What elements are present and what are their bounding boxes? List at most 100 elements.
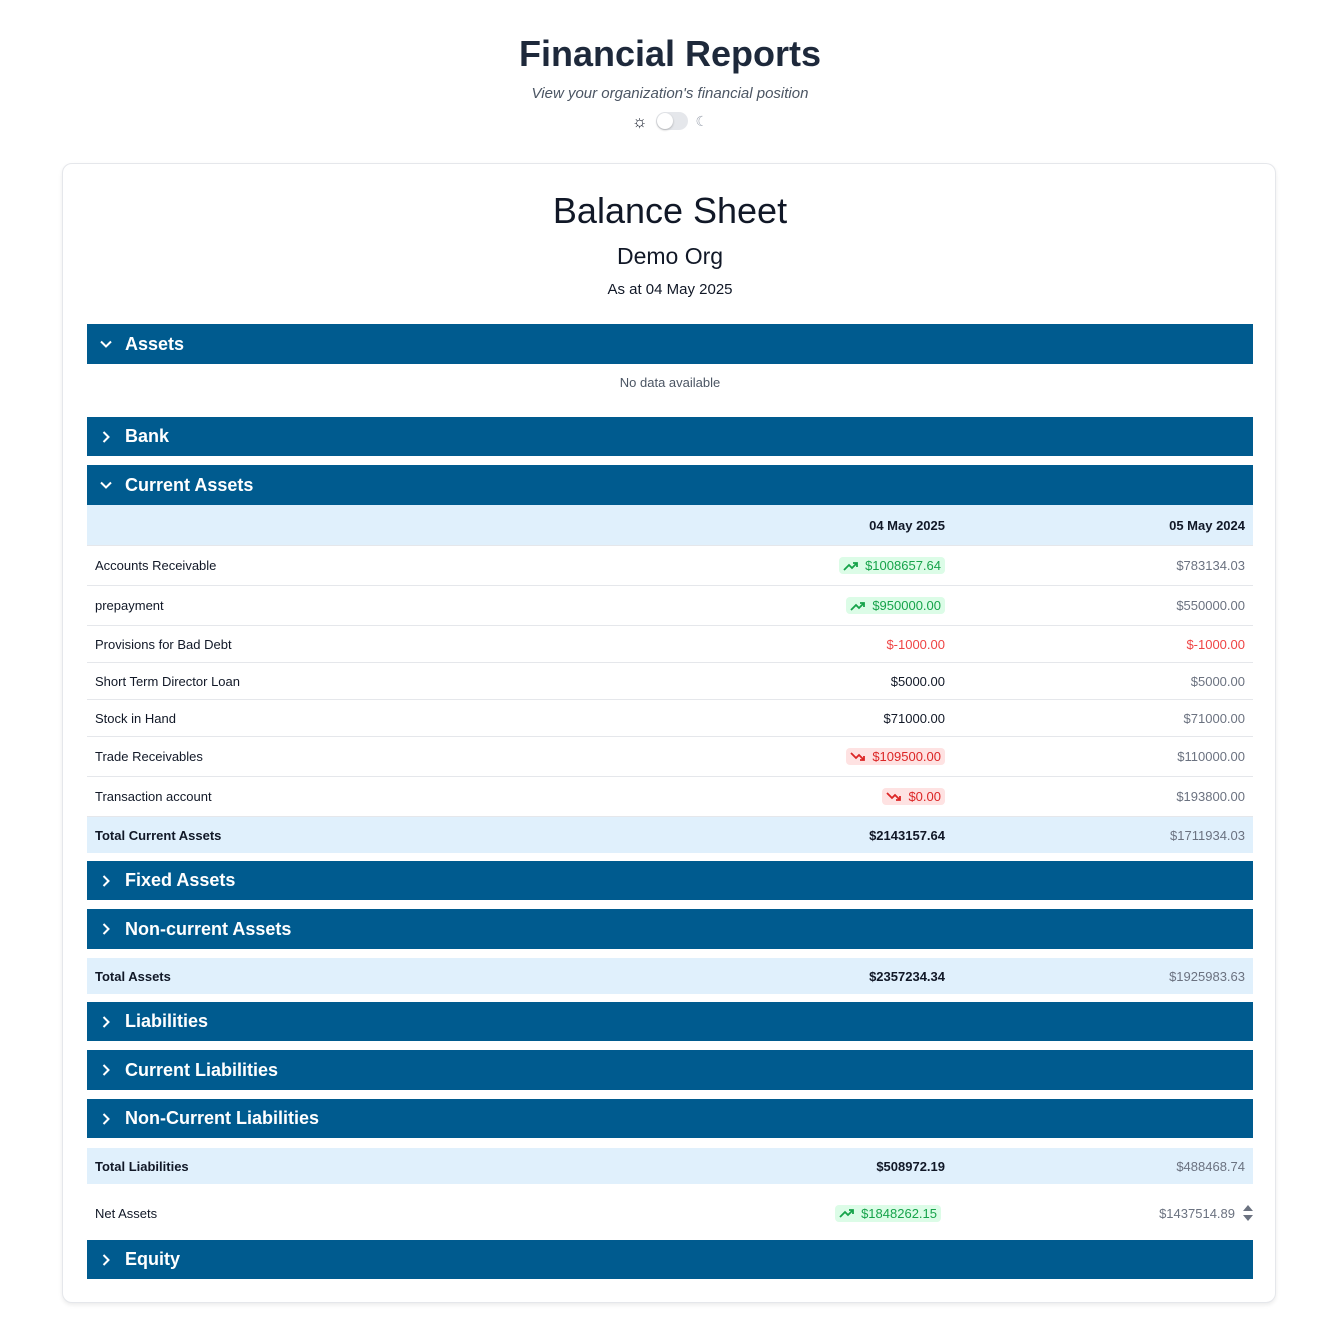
page-header: Financial Reports View your organization… [0,0,1340,132]
chevron-down-icon [99,478,113,492]
value-text: $109500.00 [872,749,941,764]
trending-up-icon [850,600,866,612]
no-data-text: No data available [619,375,721,390]
total-liabilities-row: Total Liabilities $508972.19 $488468.74 [87,1148,1253,1184]
section-bank[interactable]: Bank [87,417,1253,456]
total-prior-value: $1925983.63 [1169,968,1245,984]
table-header-row: 04 May 2025 05 May 2024 [87,505,1253,546]
table-row[interactable]: Accounts Receivable $1008657.64 $783134.… [87,546,1253,586]
table-row[interactable]: Trade Receivables $109500.00 $110000.00 [87,737,1253,777]
value-text: $1437514.89 [1159,1205,1235,1221]
table-row[interactable]: Stock in Hand $71000.00 $71000.00 [87,700,1253,737]
sun-icon: ☼ [631,111,648,131]
current-value: $5000.00 [890,673,945,689]
table-row[interactable]: prepayment $950000.00 $550000.00 [87,586,1253,626]
table-row[interactable]: Short Term Director Loan $5000.00 $5000.… [87,663,1253,700]
theme-switch[interactable] [655,112,688,130]
total-current-value: $2143157.64 [869,827,945,843]
table-row[interactable]: Transaction account $0.00 $193800.00 [87,777,1253,817]
section-label: Assets [125,333,185,354]
account-name: prepayment [95,598,164,613]
trending-up-icon [843,560,859,572]
net-assets-label: Net Assets [95,1205,158,1221]
prior-value: $5000.00 [1190,673,1245,689]
trending-down-icon [850,751,866,763]
current-value: $-1000.00 [886,636,945,652]
value-text: $0.00 [908,789,941,804]
column-header-current[interactable]: 04 May 2025 [645,518,953,533]
section-label: Liabilities [125,1011,209,1031]
section-non-current-assets[interactable]: Non-current Assets [87,909,1253,949]
chevron-right-icon [99,922,113,936]
current-value: $71000.00 [883,710,945,726]
account-name: Accounts Receivable [95,558,217,573]
account-name: Short Term Director Loan [95,673,240,689]
trending-up-icon [839,1207,855,1219]
prior-value: $550000.00 [1176,598,1245,613]
section-label: Non-current Assets [125,918,292,939]
section-current-assets[interactable]: Current Assets [87,465,1253,505]
prior-value: $110000.00 [1177,749,1245,764]
total-current-value: $508972.19 [876,1158,945,1174]
switch-knob [656,113,673,129]
section-label: Current Assets [125,474,254,495]
section-equity[interactable]: Equity [87,1240,1253,1279]
current-value: $950000.00 [645,597,953,614]
theme-toggle[interactable]: ☼ ☾ [0,110,1340,132]
account-name: Transaction account [95,789,212,804]
chevron-right-icon [99,1253,113,1267]
net-assets-row: Net Assets $1848262.15 $1437514.89 [87,1188,1253,1238]
total-label: Total Liabilities [95,1158,189,1174]
report-title: Balance Sheet [552,190,788,231]
section-label: Non-Current Liabilities [125,1108,320,1128]
section-current-liabilities[interactable]: Current Liabilities [87,1050,1253,1090]
value-text: $1848262.15 [861,1205,937,1221]
trend-up-badge: $1008657.64 [839,557,945,574]
section-label: Bank [125,426,170,446]
account-name: Trade Receivables [95,749,203,764]
value-text: $1008657.64 [865,558,941,573]
total-label: Total Assets [95,968,171,984]
value-text: $950000.00 [872,598,941,613]
report-body: Balance Sheet Demo Org As at 04 May 2025… [87,164,1253,1279]
section-label: Fixed Assets [125,870,236,890]
prior-value: $71000.00 [1183,710,1245,726]
section-assets[interactable]: Assets [87,324,1253,364]
prior-value: $783134.03 [1176,558,1245,573]
total-prior-value: $488468.74 [1176,1158,1245,1174]
page-title: Financial Reports [518,33,822,74]
section-label: Current Liabilities [125,1059,279,1080]
account-name: Stock in Hand [95,710,176,726]
trend-down-badge: $109500.00 [846,748,945,765]
chevron-right-icon [99,430,113,444]
table-row[interactable]: Provisions for Bad Debt $-1000.00 $-1000… [87,626,1253,663]
current-value: $109500.00 [645,748,953,765]
section-non-current-liabilities[interactable]: Non-Current Liabilities [87,1099,1253,1138]
trend-up-badge: $950000.00 [846,597,945,614]
section-liabilities[interactable]: Liabilities [87,1002,1253,1041]
current-value: $0.00 [645,788,953,805]
trend-down-badge: $0.00 [882,788,945,805]
page-subtitle: View your organization's financial posit… [531,85,809,102]
current-value: $1008657.64 [645,557,953,574]
chevron-right-icon [99,1112,113,1126]
prior-value: $-1000.00 [1186,636,1245,652]
chevron-right-icon [99,874,113,888]
net-prior-value: $1437514.89 [961,1205,1253,1221]
chevron-right-icon [99,1015,113,1029]
prior-value: $193800.00 [1176,789,1245,804]
chevron-down-icon [99,337,113,351]
column-header-prior[interactable]: 05 May 2024 [953,518,1253,533]
section-label: Equity [125,1249,181,1269]
report-card: Balance Sheet Demo Org As at 04 May 2025… [62,163,1276,1303]
total-assets-row: Total Assets $2357234.34 $1925983.63 [87,958,1253,994]
spinner-icon[interactable] [1243,1205,1253,1221]
chevron-right-icon [99,1063,113,1077]
total-label: Total Current Assets [95,827,222,843]
account-name: Provisions for Bad Debt [95,636,232,652]
section-fixed-assets[interactable]: Fixed Assets [87,861,1253,900]
total-prior-value: $1711934.03 [1170,827,1245,843]
total-current-assets-row: Total Current Assets $2143157.64 $171193… [87,817,1253,853]
trend-up-badge: $1848262.15 [835,1204,941,1222]
moon-icon: ☾ [695,113,709,129]
